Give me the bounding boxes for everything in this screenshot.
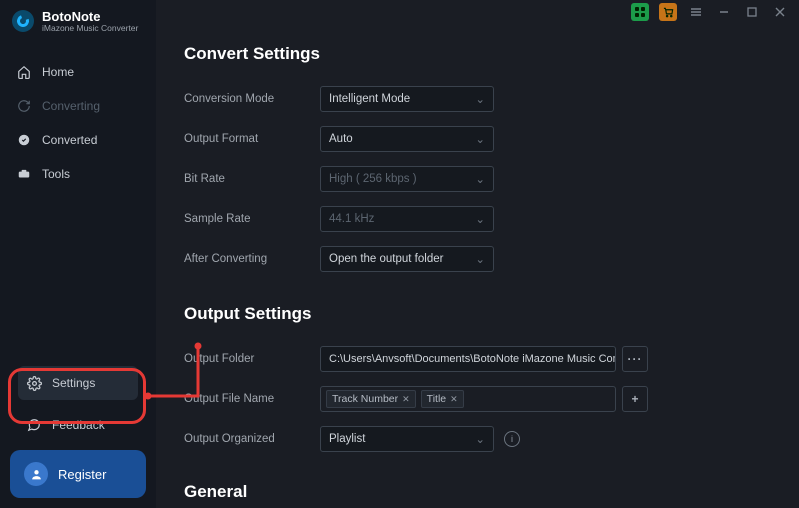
label: Output Folder: [184, 353, 320, 365]
converted-icon: [16, 132, 32, 148]
select-value: Open the output folder: [329, 253, 443, 265]
conversion-mode-select[interactable]: Intelligent Mode ⌄: [320, 86, 494, 112]
section-title-output: Output Settings: [184, 304, 775, 324]
label: Output Organized: [184, 433, 320, 445]
brand: BotoNote iMazone Music Converter: [0, 0, 156, 41]
add-tag-button[interactable]: +: [622, 386, 648, 412]
apps-icon[interactable]: [631, 3, 649, 21]
chevron-down-icon: ⌄: [475, 92, 485, 106]
label: Output Format: [184, 133, 320, 145]
chevron-down-icon: ⌄: [475, 432, 485, 446]
chevron-down-icon: ⌄: [475, 132, 485, 146]
label: Output File Name: [184, 393, 320, 405]
gear-icon: [26, 375, 42, 391]
nav-bottom: Settings Feedback Register: [0, 358, 156, 508]
tag-label: Track Number: [332, 393, 398, 405]
remove-tag-icon[interactable]: ✕: [402, 394, 410, 405]
select-value: Playlist: [329, 433, 365, 445]
home-icon: [16, 64, 32, 80]
filename-tag-tracknumber[interactable]: Track Number ✕: [326, 390, 416, 408]
main: Convert Settings Conversion Mode Intelli…: [156, 0, 799, 508]
register-label: Register: [58, 467, 106, 482]
menu-icon[interactable]: [687, 3, 705, 21]
converting-icon: [16, 98, 32, 114]
sidebar-item-home[interactable]: Home: [0, 55, 156, 89]
maximize-button[interactable]: [743, 3, 761, 21]
app-logo-icon: [12, 10, 34, 32]
remove-tag-icon[interactable]: ✕: [450, 394, 458, 405]
row-conversion-mode: Conversion Mode Intelligent Mode ⌄: [184, 86, 775, 112]
bitrate-select: High ( 256 kbps ) ⌄: [320, 166, 494, 192]
chevron-down-icon: ⌄: [475, 252, 485, 266]
label: Bit Rate: [184, 173, 320, 185]
filename-tag-title[interactable]: Title ✕: [421, 390, 464, 408]
titlebar: [156, 0, 799, 20]
nav-main: Home Converting Converted Tools: [0, 55, 156, 191]
sidebar-item-settings[interactable]: Settings: [18, 366, 138, 400]
sidebar-item-feedback[interactable]: Feedback: [18, 408, 138, 442]
label: Sample Rate: [184, 213, 320, 225]
row-bitrate: Bit Rate High ( 256 kbps ) ⌄: [184, 166, 775, 192]
section-title-convert: Convert Settings: [184, 44, 775, 64]
sidebar-item-converted[interactable]: Converted: [0, 123, 156, 157]
row-output-organized: Output Organized Playlist ⌄ i: [184, 426, 775, 452]
row-output-format: Output Format Auto ⌄: [184, 126, 775, 152]
more-icon: ···: [628, 352, 643, 366]
tools-icon: [16, 166, 32, 182]
chevron-down-icon: ⌄: [475, 212, 485, 226]
row-output-filename: Output File Name Track Number ✕ Title ✕ …: [184, 386, 775, 412]
samplerate-select: 44.1 kHz ⌄: [320, 206, 494, 232]
brand-subtitle: iMazone Music Converter: [42, 24, 138, 33]
sidebar-item-tools[interactable]: Tools: [0, 157, 156, 191]
plus-icon: +: [631, 392, 638, 406]
select-value: High ( 256 kbps ): [329, 173, 417, 185]
info-icon[interactable]: i: [504, 431, 520, 447]
close-button[interactable]: [771, 3, 789, 21]
output-organized-select[interactable]: Playlist ⌄: [320, 426, 494, 452]
chevron-down-icon: ⌄: [475, 172, 485, 186]
select-value: Intelligent Mode: [329, 93, 410, 105]
section-title-general: General: [184, 482, 775, 502]
brand-title: BotoNote: [42, 10, 138, 24]
sidebar-item-label: Converted: [42, 133, 97, 147]
settings-panel: Convert Settings Conversion Mode Intelli…: [156, 20, 799, 508]
sidebar-item-label: Tools: [42, 167, 70, 181]
row-output-folder: Output Folder C:\Users\Anvsoft\Documents…: [184, 346, 775, 372]
sidebar-item-converting[interactable]: Converting: [0, 89, 156, 123]
cart-icon[interactable]: [659, 3, 677, 21]
input-value: C:\Users\Anvsoft\Documents\BotoNote iMaz…: [329, 353, 616, 365]
row-samplerate: Sample Rate 44.1 kHz ⌄: [184, 206, 775, 232]
sidebar: BotoNote iMazone Music Converter Home Co…: [0, 0, 156, 508]
output-filename-input[interactable]: Track Number ✕ Title ✕: [320, 386, 616, 412]
select-value: 44.1 kHz: [329, 213, 374, 225]
row-after-converting: After Converting Open the output folder …: [184, 246, 775, 272]
feedback-icon: [26, 417, 42, 433]
sidebar-item-label: Feedback: [52, 418, 105, 432]
after-converting-select[interactable]: Open the output folder ⌄: [320, 246, 494, 272]
output-format-select[interactable]: Auto ⌄: [320, 126, 494, 152]
user-icon: [24, 462, 48, 486]
sidebar-item-label: Home: [42, 65, 74, 79]
tag-label: Title: [427, 393, 446, 405]
browse-folder-button[interactable]: ···: [622, 346, 648, 372]
label: Conversion Mode: [184, 93, 320, 105]
output-folder-input[interactable]: C:\Users\Anvsoft\Documents\BotoNote iMaz…: [320, 346, 616, 372]
label: After Converting: [184, 253, 320, 265]
sidebar-item-label: Settings: [52, 376, 95, 390]
register-button[interactable]: Register: [10, 450, 146, 498]
minimize-button[interactable]: [715, 3, 733, 21]
select-value: Auto: [329, 133, 353, 145]
sidebar-item-label: Converting: [42, 99, 100, 113]
